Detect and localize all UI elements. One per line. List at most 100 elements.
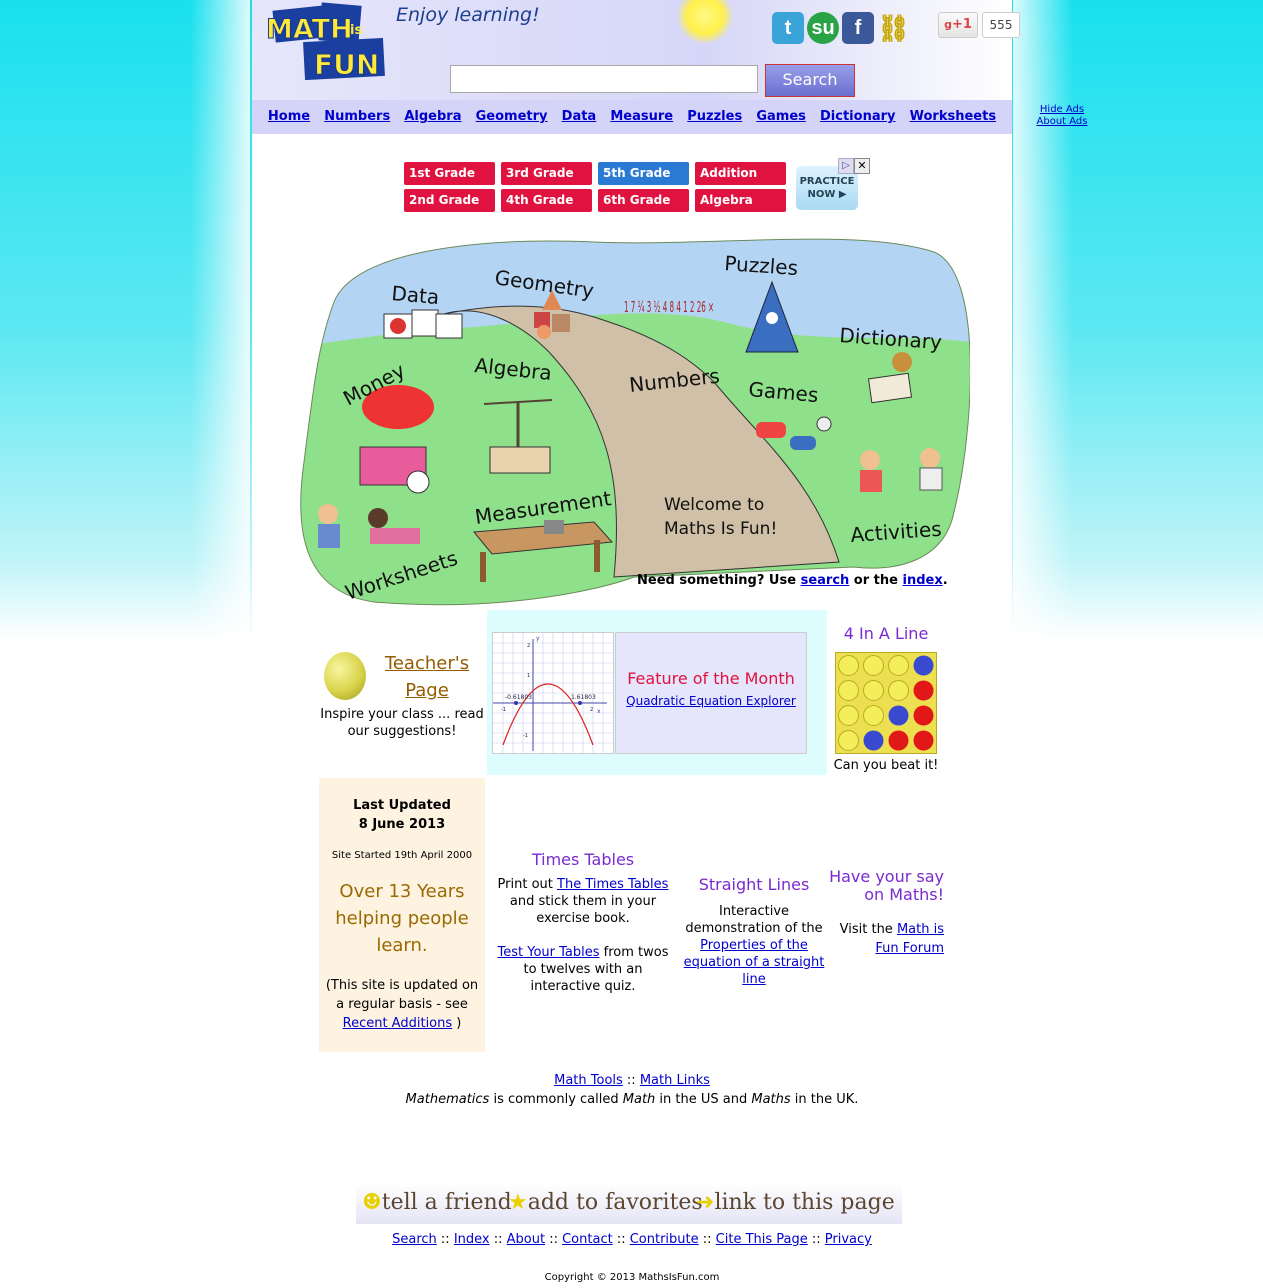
add-to-favorites-button[interactable]: ★add to favorites [508, 1190, 703, 1215]
logo-maths-text: MATH [266, 14, 353, 45]
last-updated-label: Last Updated [353, 798, 451, 813]
times-tables-panel: Times Tables Print out The Times Tables … [490, 850, 676, 995]
ad-3rd-grade[interactable]: 3rd Grade [501, 162, 592, 185]
nav-puzzles[interactable]: Puzzles [687, 100, 742, 134]
link-icon[interactable]: ⛓ [877, 12, 910, 44]
teacher-text: Inspire your class ... read our suggesti… [320, 707, 484, 739]
google-icon: g [944, 18, 952, 31]
arrow-right-icon: ➜ [696, 1190, 715, 1215]
footer-about-link[interactable]: About [507, 1232, 545, 1247]
ad-addition[interactable]: Addition [695, 162, 786, 185]
svg-text:1 7 ¼ 3 ½ 4 8 4 1 2 26 ×: 1 7 ¼ 3 ½ 4 8 4 1 2 26 × [624, 298, 714, 316]
nav-home[interactable]: Home [268, 100, 310, 134]
need-search-link[interactable]: search [801, 573, 850, 588]
feature-of-month-panel: -0.61803 1.61803 x y 2 1 -1 2 -1 Feature… [487, 610, 827, 775]
twitter-icon[interactable]: t [772, 12, 804, 44]
link-to-page-button[interactable]: ➜link to this page [696, 1190, 895, 1215]
math-links-link[interactable]: Math Links [640, 1073, 710, 1088]
nav-numbers[interactable]: Numbers [324, 100, 390, 134]
nav-data[interactable]: Data [562, 100, 597, 134]
footer-index-link[interactable]: Index [454, 1232, 490, 1247]
svg-text:-1: -1 [523, 733, 528, 739]
site-started-text: Site Started 19th April 2000 [331, 850, 473, 861]
forum-title: Have your say on Maths! [829, 867, 944, 904]
recent-additions-link[interactable]: Recent Additions [343, 1016, 453, 1031]
svg-text:2: 2 [527, 643, 530, 649]
ad-1st-grade[interactable]: 1st Grade [404, 162, 495, 185]
feature-box: Feature of the Month Quadratic Equation … [615, 632, 807, 754]
forum-panel: Have your say on Maths! Visit the Math i… [829, 867, 944, 957]
teacher-panel: Teacher's Page Inspire your class ... re… [319, 620, 485, 776]
quadratic-explorer-link[interactable]: Quadratic Equation Explorer [616, 694, 806, 708]
four-in-a-line-board[interactable] [835, 652, 937, 754]
about-ads-link[interactable]: About Ads [1030, 116, 1094, 128]
ad-info-icon[interactable]: ▷ [838, 158, 854, 174]
data-easels-graphic[interactable] [383, 309, 463, 339]
map-label-puzzles[interactable]: Puzzles [724, 251, 799, 280]
nav-algebra[interactable]: Algebra [404, 100, 461, 134]
google-plus-count: 555 [982, 12, 1020, 38]
straight-line-link[interactable]: Properties of the equation of a straight… [684, 938, 825, 987]
svg-text:2: 2 [590, 707, 593, 713]
nav-measure[interactable]: Measure [610, 100, 673, 134]
quadratic-graph[interactable]: -0.61803 1.61803 x y 2 1 -1 2 -1 [492, 632, 614, 754]
tell-a-friend-button[interactable]: ☻tell a friend [362, 1190, 512, 1215]
welcome-line-1: Welcome to [664, 495, 764, 515]
years-text: Over 13 Years helping people learn. [335, 881, 469, 956]
svg-text:1.61803: 1.61803 [571, 694, 596, 701]
facebook-icon[interactable]: f [842, 12, 874, 44]
need-index-link[interactable]: index [903, 573, 943, 588]
svg-text:x: x [597, 708, 601, 715]
test-your-tables-link[interactable]: Test Your Tables [498, 945, 600, 960]
teacher-page-link[interactable]: Teacher's Page [375, 650, 479, 704]
main-nav: Home Numbers Algebra Geometry Data Measu… [252, 100, 1012, 134]
svg-text:1: 1 [527, 673, 530, 679]
ad-close-icon[interactable]: ✕ [854, 158, 870, 174]
footer-search-link[interactable]: Search [392, 1232, 437, 1247]
last-updated-date: 8 June 2013 [358, 817, 446, 832]
four-in-a-line-panel: 4 In A Line Can you beat it! [830, 624, 942, 773]
footer-contribute-link[interactable]: Contribute [630, 1232, 699, 1247]
site-map-illustration: 1 7 ¼ 3 ½ 4 8 4 1 2 26 × Data Geometry P… [300, 238, 970, 606]
ad-5th-grade[interactable]: 5th Grade [598, 162, 689, 185]
four-in-a-line-title[interactable]: 4 In A Line [830, 624, 942, 643]
nav-dictionary[interactable]: Dictionary [820, 100, 895, 134]
numbers-graphic[interactable]: 1 7 ¼ 3 ½ 4 8 4 1 2 26 × [624, 298, 714, 316]
logo-fun-text: FUN [314, 48, 379, 81]
copyright: Copyright © 2013 MathsIsFun.com [544, 1272, 720, 1283]
update-note: (This site is updated on a regular basis… [325, 978, 479, 1031]
need-something-text: Need something? Use search or the index. [637, 573, 948, 588]
feature-title: Feature of the Month [627, 669, 795, 688]
sun-graphic [677, 0, 733, 44]
map-label-data[interactable]: Data [391, 281, 441, 309]
search-input[interactable] [450, 65, 758, 93]
google-plus-button[interactable]: g+1 [938, 12, 978, 38]
four-in-a-line-caption: Can you beat it! [833, 758, 939, 773]
ad-6th-grade[interactable]: 6th Grade [598, 189, 689, 212]
times-tables-link[interactable]: The Times Tables [557, 877, 668, 892]
logo[interactable]: MATH is FUN [260, 2, 388, 82]
ad-algebra[interactable]: Algebra [695, 189, 786, 212]
math-tools-link[interactable]: Math Tools [554, 1073, 623, 1088]
footer-contact-link[interactable]: Contact [562, 1232, 613, 1247]
footer-privacy-link[interactable]: Privacy [825, 1232, 872, 1247]
search-button[interactable]: Search [765, 64, 855, 97]
svg-text:is: is [350, 23, 362, 38]
ad-4th-grade[interactable]: 4th Grade [501, 189, 592, 212]
last-updated-panel: Last Updated 8 June 2013 Site Started 19… [319, 778, 485, 1052]
math-maths-note: Mathematics is commonly called Math in t… [405, 1092, 859, 1107]
share-toolbar: ☻tell a friend ★add to favorites ➜link t… [356, 1184, 902, 1224]
ad-2nd-grade[interactable]: 2nd Grade [404, 189, 495, 212]
stumbleupon-icon[interactable]: su [807, 12, 839, 44]
nav-games[interactable]: Games [756, 100, 806, 134]
bottom-links: Math Tools :: Math Links Mathematics is … [252, 1071, 1012, 1109]
straight-lines-title: Straight Lines [698, 875, 810, 894]
nav-worksheets[interactable]: Worksheets [910, 100, 996, 134]
svg-text:-1: -1 [501, 707, 506, 713]
header: MATH is FUN Enjoy learning! t su f ⛓ g+1… [252, 0, 1020, 100]
nav-geometry[interactable]: Geometry [476, 100, 548, 134]
times-tables-title: Times Tables [531, 850, 635, 869]
welcome-line-2: Maths Is Fun! [664, 519, 777, 539]
hide-ads-link[interactable]: Hide Ads [1030, 104, 1094, 116]
footer-cite-link[interactable]: Cite This Page [716, 1232, 808, 1247]
